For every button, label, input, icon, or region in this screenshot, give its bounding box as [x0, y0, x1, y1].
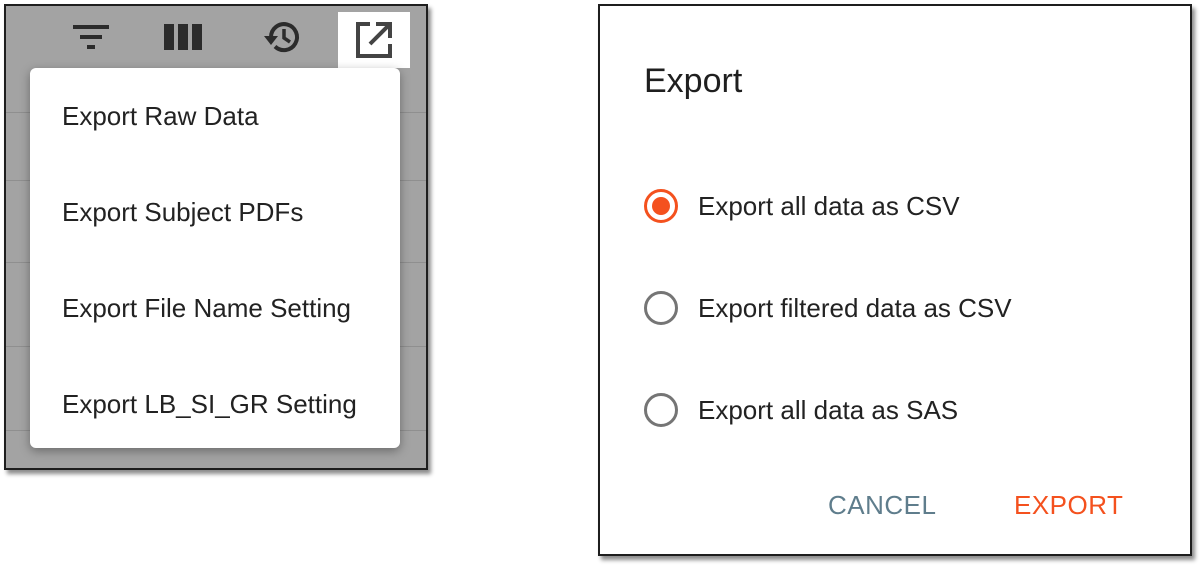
export-menu-screenshot: Export Raw Data Export Subject PDFs Expo… [4, 4, 428, 470]
menu-item-label: Export File Name Setting [62, 292, 352, 323]
radio-label: Export all data as CSV [698, 190, 960, 221]
menu-item-label: Export Subject PDFs [62, 196, 304, 227]
radio-option-all-sas[interactable]: Export all data as SAS [644, 388, 958, 432]
menu-item-export-file-name-setting[interactable]: Export File Name Setting [30, 260, 400, 356]
radio-label: Export all data as SAS [698, 394, 959, 425]
export-dialog: Export Export all data as CSV Export fil… [598, 4, 1192, 556]
radio-checked-icon[interactable] [644, 189, 678, 223]
radio-dot [652, 197, 670, 215]
menu-item-export-raw-data[interactable]: Export Raw Data [30, 68, 400, 164]
columns-icon[interactable] [160, 14, 206, 60]
radio-unchecked-icon[interactable] [644, 393, 678, 427]
cancel-button[interactable]: CANCEL [828, 490, 936, 521]
radio-label: Export filtered data as CSV [698, 292, 1012, 323]
menu-item-label: Export LB_SI_GR Setting [62, 388, 357, 419]
menu-item-export-lb-si-gr-setting[interactable]: Export LB_SI_GR Setting [30, 356, 400, 452]
dialog-title: Export [644, 62, 743, 100]
menu-item-export-subject-pdfs[interactable]: Export Subject PDFs [30, 164, 400, 260]
menu-item-label: Export Raw Data [62, 100, 259, 131]
history-icon[interactable] [258, 14, 304, 60]
radio-option-filtered-csv[interactable]: Export filtered data as CSV [644, 286, 1012, 330]
filter-icon[interactable] [68, 14, 114, 60]
toolbar [6, 6, 426, 68]
export-dropdown-menu: Export Raw Data Export Subject PDFs Expo… [30, 68, 400, 448]
radio-option-all-csv[interactable]: Export all data as CSV [644, 184, 960, 228]
export-icon[interactable] [338, 12, 410, 68]
radio-unchecked-icon[interactable] [644, 291, 678, 325]
export-button[interactable]: EXPORT [1014, 490, 1123, 521]
